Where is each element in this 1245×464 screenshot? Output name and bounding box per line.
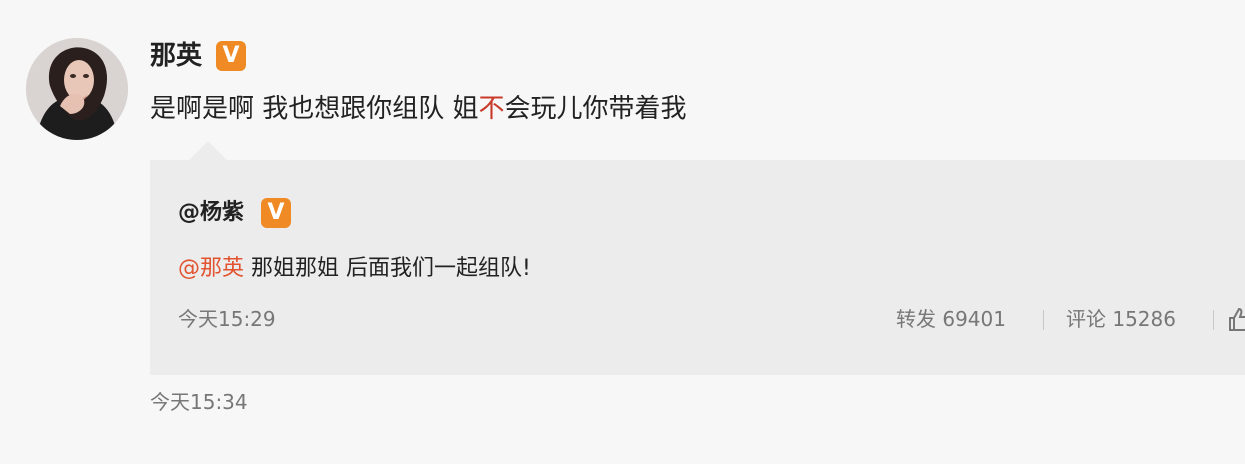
quoted-post-text: @那英 那姐那姐 后面我们一起组队! — [178, 254, 531, 284]
post-text-part: 是啊是啊 我也想跟你组队 姐 — [150, 94, 479, 124]
verified-icon: V — [261, 198, 291, 228]
repost-count: 69401 — [942, 307, 1006, 331]
comment-label: 评论 — [1066, 307, 1106, 331]
post-text-highlight: 不 — [478, 94, 505, 124]
quoted-author-name[interactable]: @杨紫 — [178, 198, 244, 228]
thumbs-up-icon[interactable] — [1226, 306, 1245, 332]
verified-icon: V — [216, 41, 246, 71]
quoted-post-body: 那姐那姐 后面我们一起组队! — [244, 256, 531, 281]
stats-divider — [1213, 310, 1214, 330]
mention-link[interactable]: @那英 — [178, 256, 244, 281]
comment-button[interactable]: 评论 15286 — [1066, 305, 1176, 333]
quoted-post-time[interactable]: 今天15:29 — [178, 305, 276, 333]
repost-button[interactable]: 转发 69401 — [896, 305, 1006, 333]
quote-pointer — [188, 141, 228, 161]
repost-label: 转发 — [896, 307, 936, 331]
post-text: 是啊是啊 我也想跟你组队 姐不会玩儿你带着我 — [150, 92, 687, 126]
post-text-part: 会玩儿你带着我 — [504, 94, 687, 124]
author-avatar[interactable] — [26, 38, 128, 140]
post-time[interactable]: 今天15:34 — [150, 388, 248, 416]
comment-count: 15286 — [1112, 307, 1176, 331]
author-name[interactable]: 那英 — [150, 40, 202, 72]
stats-divider — [1043, 310, 1044, 330]
